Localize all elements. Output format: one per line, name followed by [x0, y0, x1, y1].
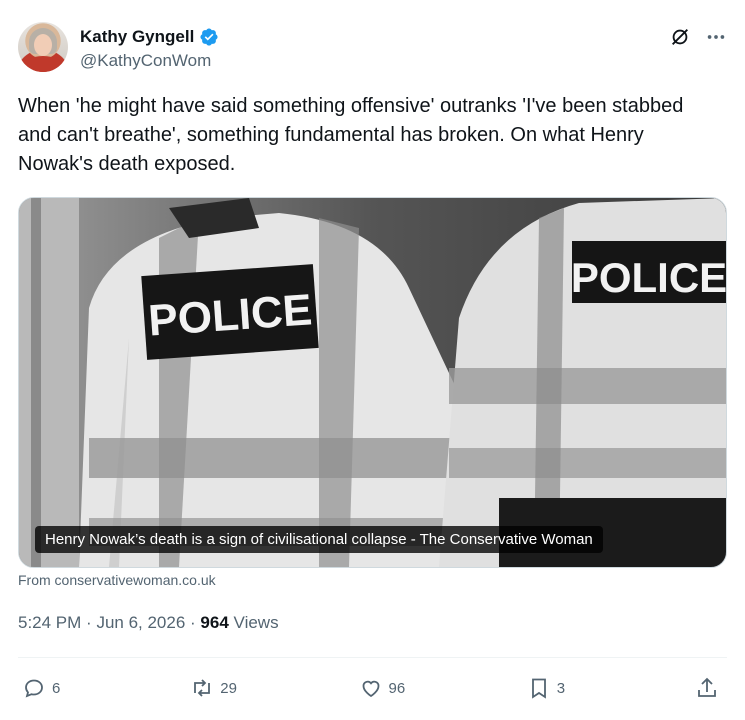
share-icon: [698, 677, 716, 697]
link-card-image[interactable]: POLICE POLICE Henry Nowak’s death is a s…: [18, 197, 727, 568]
repost-icon: [194, 679, 211, 697]
grok-icon[interactable]: [669, 26, 691, 48]
action-bar: 6 29 96 3: [22, 676, 719, 700]
tweet-time[interactable]: 5:24 PM: [18, 613, 81, 632]
avatar[interactable]: [18, 22, 68, 72]
bookmark-icon: [531, 678, 546, 699]
reply-button[interactable]: 6: [22, 676, 190, 700]
repost-count: 29: [220, 679, 237, 697]
divider: [18, 657, 727, 658]
like-button[interactable]: 96: [359, 676, 527, 700]
reply-icon: [25, 679, 43, 698]
like-count: 96: [388, 679, 406, 697]
share-button[interactable]: [695, 676, 719, 700]
tweet-meta: 5:24 PM · Jun 6, 2026 · 964 Views: [18, 613, 279, 632]
more-options-icon[interactable]: [705, 26, 727, 48]
verified-badge-icon: [200, 28, 218, 46]
tweet-header: Kathy Gyngell @KathyConWom: [18, 22, 727, 74]
police-officers-photo: POLICE POLICE: [19, 198, 726, 567]
reply-count: 6: [52, 679, 61, 697]
author-name[interactable]: Kathy Gyngell: [80, 27, 194, 47]
author-handle[interactable]: @KathyConWom: [80, 51, 211, 71]
tweet-date[interactable]: Jun 6, 2026: [96, 613, 185, 632]
heart-icon: [362, 680, 379, 698]
vest-right-text: POLICE: [571, 254, 726, 301]
views-label: Views: [233, 613, 279, 632]
tweet-text: When 'he might have said something offen…: [18, 95, 684, 175]
bookmark-button[interactable]: 3: [527, 676, 695, 700]
author-name-row: Kathy Gyngell: [80, 27, 219, 47]
link-source[interactable]: From conservativewoman.co.uk: [18, 572, 216, 588]
repost-button[interactable]: 29: [190, 676, 358, 700]
views-count: 964: [200, 613, 229, 632]
header-actions: [669, 26, 727, 48]
bookmark-count: 3: [556, 679, 566, 697]
link-card-caption: Henry Nowak’s death is a sign of civilis…: [35, 526, 603, 553]
